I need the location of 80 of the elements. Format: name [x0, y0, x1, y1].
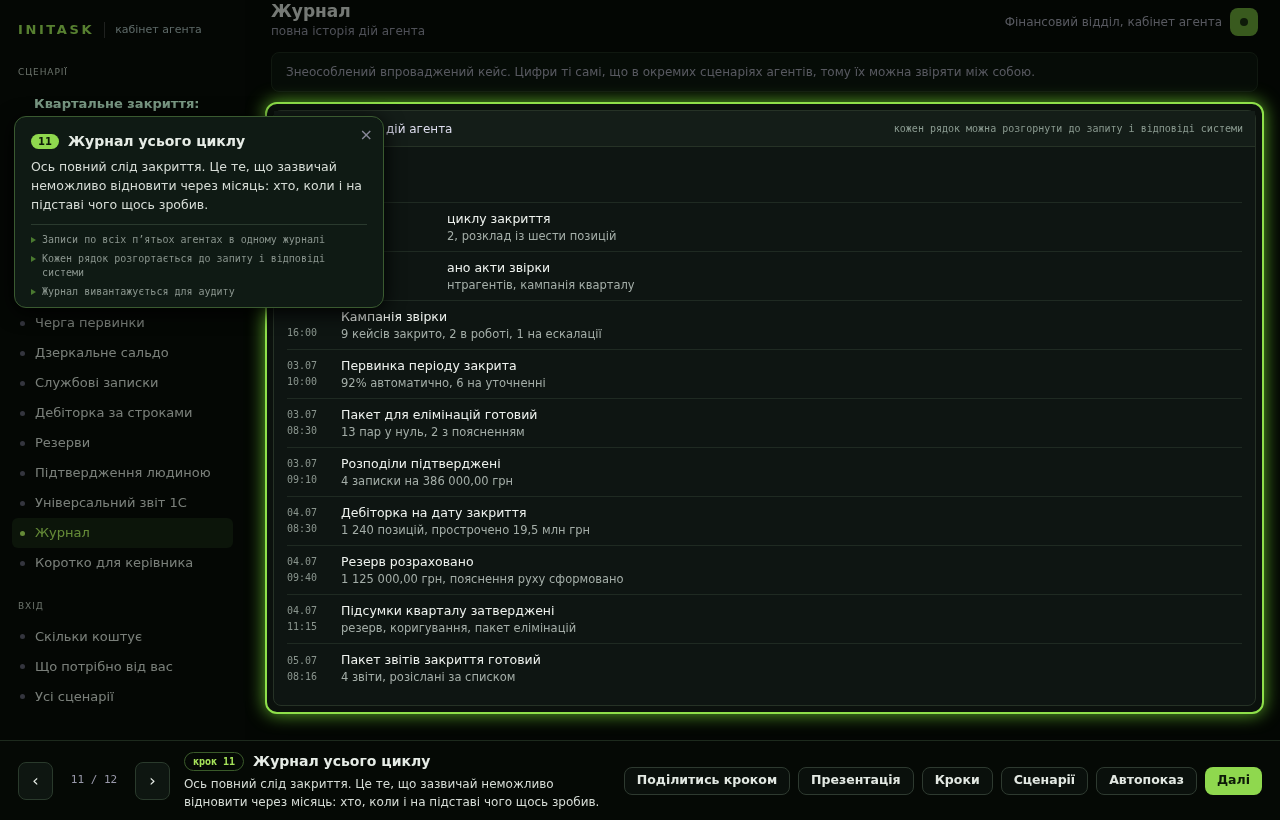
popover-point: Записи по всіх п’ятьох агентах в одному журналі: [42, 233, 325, 247]
log-entry-detail: 13 пар у нуль, 2 з поясненням: [341, 423, 526, 441]
popover-title: Журнал усього циклу: [67, 132, 246, 151]
log-time: 09:10: [287, 473, 319, 487]
log-entry-detail: 9 кейсів закрито, 2 в роботі, 1 на ескалації: [341, 325, 602, 343]
log-entry-title[interactable]: Кампанія звірки: [341, 307, 602, 326]
log-entry-detail: 92% автоматично, 6 на уточненні: [341, 374, 546, 392]
tour-button[interactable]: Сценарії: [1000, 766, 1089, 795]
sidebar-item[interactable]: Коротко для керівника: [12, 548, 233, 578]
notice-banner: Знеособлений впроваджений кейс. Цифри ті самі, що в окремих сценаріях агентів, тому їх можна звіряти між собою.: [271, 52, 1258, 92]
step-title: Журнал усього циклу: [253, 751, 431, 771]
bullet-icon: [31, 237, 36, 243]
sidebar-item[interactable]: Універсальний звіт 1С: [12, 488, 233, 518]
log-time: 08:16: [287, 669, 319, 684]
tour-button[interactable]: Кроки: [921, 766, 993, 795]
tour-button[interactable]: Поділитись кроком: [623, 766, 791, 795]
sidebar-item[interactable]: Журнал: [12, 518, 233, 548]
sidebar-item[interactable]: Усі сценарії: [12, 681, 233, 712]
section-title: ВХІД: [17, 600, 45, 613]
log-date: 03.07: [287, 359, 319, 373]
log-entry-title[interactable]: Пакет звітів закриття готовий: [341, 651, 541, 669]
log-date: 04.07: [287, 506, 319, 520]
previous-button[interactable]: ‹: [18, 761, 53, 800]
log-entry-detail: 4 звіти, розіслані за списком: [341, 669, 517, 686]
log-entry-title[interactable]: Розподіли підтверджені: [341, 454, 514, 473]
tour-button[interactable]: Презентація: [798, 766, 914, 795]
bullet-icon: [31, 256, 36, 262]
log-date: 04.07: [287, 555, 319, 569]
log-time: 08:30: [287, 522, 319, 536]
popover-point: Журнал вивантажується для аудиту: [42, 285, 235, 299]
log-entry-detail: резерв, коригування, пакет елімінацій: [341, 619, 577, 637]
log-date: 04.07: [287, 604, 319, 618]
log-time: 10:00: [287, 375, 319, 389]
log-entry-title[interactable]: Первинка періоду закрита: [341, 356, 546, 375]
page-subtitle: повна історія дій агента: [271, 23, 425, 40]
log-entry-detail: 1 240 позицій, прострочено 19,5 млн грн: [341, 521, 591, 539]
tour-button[interactable]: Автопоказ: [1096, 766, 1197, 795]
log-time: 09:40: [287, 571, 319, 585]
popover-text: Ось повний слід закриття. Це те, що зазвичай неможливо відновити через місяць: хто, коли і на підставі чого щось зробив.: [31, 157, 367, 225]
log-entry-title[interactable]: циклу закриття: [447, 209, 617, 228]
close-button[interactable]: ×: [359, 123, 373, 147]
sidebar-item[interactable]: Що потрібно від вас: [12, 651, 233, 682]
log-entry-detail: 2, розклад із шести позицій: [447, 227, 617, 245]
log-entry-detail: 4 записки на 386 000,00 грн: [341, 472, 514, 490]
sidebar-item[interactable]: Дебіторка за строками: [12, 398, 233, 428]
step-badge: 11: [31, 134, 59, 149]
step-counter: 11 / 12: [69, 772, 119, 789]
log-entry-detail: нтрагентів, кампанія кварталу: [447, 276, 635, 294]
log-entry-title[interactable]: Підсумки кварталу затверджені: [341, 601, 577, 620]
sidebar-item[interactable]: Службові записки: [12, 368, 233, 398]
log-title: дій агента: [386, 120, 453, 138]
next-button[interactable]: ›: [135, 761, 170, 800]
log-entry-title[interactable]: ано акти звірки: [447, 258, 635, 277]
log-entry-title[interactable]: Резерв розраховано: [341, 552, 624, 571]
scenario-group[interactable]: Квартальне закриття:: [12, 96, 222, 111]
section-title: СЦЕНАРІЇ: [17, 65, 69, 79]
log-time: 08:30: [287, 424, 319, 438]
log-date: 03.07: [287, 408, 319, 422]
log-date: 03.07: [287, 457, 319, 471]
tour-button[interactable]: Далі: [1205, 766, 1262, 795]
log-time: 11:15: [287, 620, 319, 634]
log-entry-title[interactable]: Пакет для елімінацій готовий: [341, 405, 538, 424]
log-time: 16:00: [287, 326, 319, 340]
sidebar-item[interactable]: Черга первинки: [12, 308, 233, 338]
popover-point: Кожен рядок розгортається до запиту і відповіді системи: [42, 252, 326, 280]
log-hint: кожен рядок можна розгорнути до запиту і відповіді системи: [893, 122, 1243, 136]
log-entry-title[interactable]: Дебіторка на дату закриття: [341, 503, 591, 522]
avatar[interactable]: [1230, 8, 1258, 36]
log-entry-detail: 1 125 000,00 грн, пояснення руху сформовано: [341, 570, 624, 588]
log-date: 05.07: [287, 653, 319, 668]
logo: INITASK: [18, 21, 95, 39]
account-label: Фінансовий відділ, кабінет агента: [1004, 14, 1222, 31]
page-title: Журнал: [271, 0, 352, 22]
sidebar-item[interactable]: Резерви: [12, 428, 233, 458]
sidebar-item[interactable]: Дзеркальне сальдо: [12, 338, 233, 368]
step-description: Ось повний слід закриття. Це те, що зазвичай неможливо відновити через місяць: хто, коли і на підставі чого щось зробив.: [183, 775, 601, 811]
bullet-icon: [31, 289, 36, 295]
brand-subtitle: кабінет агента: [115, 21, 202, 38]
sidebar-item[interactable]: Підтвердження людиною: [12, 458, 233, 488]
sidebar-item[interactable]: Скільки коштує: [12, 621, 233, 652]
